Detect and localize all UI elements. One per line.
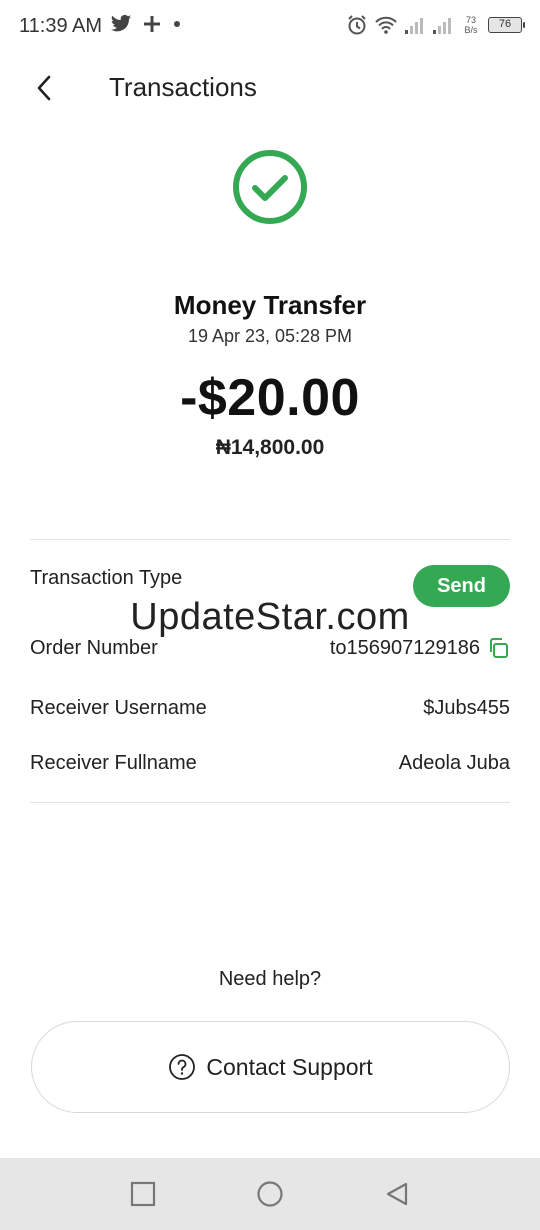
app-header: Transactions [0, 58, 540, 118]
receiver-username-label: Receiver Username [30, 696, 207, 719]
transaction-title: Money Transfer [173, 290, 367, 320]
back-button[interactable] [24, 68, 64, 108]
recents-button[interactable] [123, 1174, 163, 1214]
question-circle-icon [169, 1054, 196, 1080]
receiver-fullname-value: Adeola Juba [398, 751, 510, 774]
copy-icon[interactable] [486, 636, 510, 660]
plus-icon [144, 16, 160, 32]
need-help-text: Need help? [218, 968, 322, 990]
status-bar: 11:39 AM 73 B/s 76 [0, 0, 540, 56]
transaction-date: 19 Apr 23, 05:28 PM [187, 326, 353, 346]
system-nav-bar [0, 1158, 540, 1230]
chevron-left-icon [37, 75, 51, 101]
receiver-username-value: $Jubs455 [423, 696, 510, 719]
system-back-button[interactable] [377, 1174, 417, 1214]
transaction-amount: -$20.00 [180, 369, 360, 427]
signal-icon [405, 18, 423, 34]
signal-icon-2 [433, 18, 451, 34]
order-number-label: Order Number [30, 636, 158, 659]
order-number-value: to156907129186 [329, 636, 480, 659]
order-number-value-wrap: to156907129186 [330, 636, 510, 660]
transaction-type-label: Transaction Type [30, 567, 183, 589]
receiver-fullname-label: Receiver Fullname [30, 751, 197, 774]
status-system-icons: 73 B/s 76 [346, 14, 525, 36]
detail-row-receiver-username: Receiver Username $Jubs455 [30, 688, 510, 728]
status-time: 11:39 AM [19, 15, 103, 37]
twitter-icon [110, 14, 132, 32]
home-button[interactable] [250, 1174, 290, 1214]
divider-top [30, 539, 510, 540]
square-icon [131, 1181, 156, 1207]
contact-support-label: Contact Support [206, 1053, 373, 1080]
detail-row-order-number: Order Number to156907129186 [30, 628, 510, 668]
divider-bottom [30, 802, 510, 803]
transaction-local-amount: ₦14,800.00 [215, 436, 325, 459]
dot-icon [174, 21, 180, 27]
contact-support-button[interactable]: Contact Support [31, 1021, 510, 1113]
alarm-icon [348, 15, 366, 35]
net-speed: 73 B/s [464, 15, 478, 35]
triangle-back-icon [386, 1182, 407, 1206]
battery-icon: 76 [488, 17, 525, 33]
wifi-icon [375, 16, 397, 34]
status-notification-icons [110, 14, 182, 34]
check-circle-icon [233, 150, 307, 224]
detail-row-receiver-fullname: Receiver Fullname Adeola Juba [30, 743, 510, 783]
circle-icon [257, 1181, 283, 1207]
page-title: Transactions [109, 72, 257, 102]
